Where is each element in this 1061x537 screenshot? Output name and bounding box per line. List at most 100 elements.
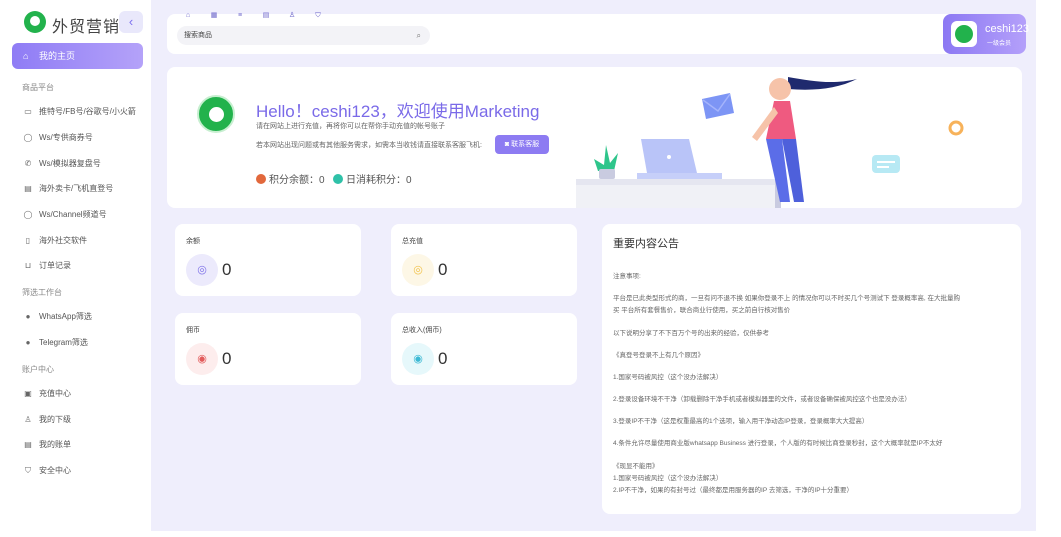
sidebar-item[interactable]: ● Telegram筛选 xyxy=(23,336,88,350)
sidebar-item[interactable]: ✆ Ws/模拟器复盘号 xyxy=(23,157,101,171)
coin-icon: ◎ xyxy=(186,254,218,286)
announcement-line: 《真登号登录不上有几个原因》 xyxy=(613,352,704,359)
card-value: 0 xyxy=(438,260,448,279)
card-label: 总收入(佣币) xyxy=(402,327,442,334)
card-value: 0 xyxy=(222,260,232,279)
telegram-icon: ● xyxy=(25,338,31,347)
home-icon: ⌂ xyxy=(23,51,29,61)
sidebar-item-home[interactable]: ⌂ 我的主页 xyxy=(12,43,143,69)
cart-icon: ⊔ xyxy=(24,261,32,270)
sidebar-item-label: 充值中心 xyxy=(39,389,71,398)
announcement-line: 以下说明分享了不下百万个号的出来的经验，仅供参考 xyxy=(613,330,769,337)
sidebar-item-label: WhatsApp筛选 xyxy=(39,312,92,321)
whatsapp-icon: ◯ xyxy=(23,133,33,142)
sidebar-item[interactable]: ⊔ 订单记录 xyxy=(23,259,71,273)
sidebar-item[interactable]: ● WhatsApp筛选 xyxy=(23,310,92,324)
stat-card-total-recharge: 总充值 ◎ 0 xyxy=(391,224,577,296)
chevron-left-icon[interactable]: ‹ xyxy=(119,11,143,33)
stat-label: 日消耗积分： xyxy=(346,175,406,186)
announcement-title: 重要内容公告 xyxy=(613,238,679,250)
scrollbar-track[interactable] xyxy=(1036,0,1061,537)
sidebar: 外贸营销 ‹ ⌂ 我的主页 商品平台 ▭ 推特号/FB号/谷歌号/小火箭 ◯ Ws/专… xyxy=(0,0,151,537)
sidebar-item[interactable]: ▭ 推特号/FB号/谷歌号/小火箭 xyxy=(23,105,136,119)
sidebar-item-label: 推特号/FB号/谷歌号/小火箭 xyxy=(39,107,136,116)
search-input[interactable]: 搜索商品 ⌕ xyxy=(177,26,430,45)
stat-value: 0 xyxy=(319,175,325,186)
sidebar-item[interactable]: ◯ Ws/Channel频道号 xyxy=(23,208,107,222)
sidebar-item-label: 我的账单 xyxy=(39,440,71,449)
app-root: 外贸营销 ‹ ⌂ 我的主页 商品平台 ▭ 推特号/FB号/谷歌号/小火箭 ◯ Ws/专… xyxy=(0,0,1061,537)
sidebar-item[interactable]: ♙ 我的下级 xyxy=(23,413,71,427)
card-label: 佣币 xyxy=(186,327,200,334)
welcome-text: 请在网站上进行充值，再将你可以在帮你手动充值的帐号账子 xyxy=(256,123,445,130)
app-icon: ▯ xyxy=(25,236,31,245)
document-icon[interactable]: ▤ xyxy=(259,10,273,22)
brand-logo-icon xyxy=(197,95,235,133)
brand-logo-icon xyxy=(24,11,46,33)
sidebar-item-label: 海外社交软件 xyxy=(39,236,87,245)
welcome-banner: Hello！ceshi123，欢迎使用Marketing 请在网站上进行充值，再… xyxy=(167,67,1022,208)
sidebar-section-title: 账户中心 xyxy=(22,365,54,374)
avatar xyxy=(951,21,977,47)
target-icon: ◉ xyxy=(402,343,434,375)
announcement-line: 买 平台所有套餐售价，联合商业行使用，买之前自行核对售价 xyxy=(613,307,791,314)
card-value: 0 xyxy=(222,349,232,368)
user-menu[interactable]: ceshi123 一级会员 xyxy=(943,14,1030,54)
coin-icon: ◎ xyxy=(402,254,434,286)
sidebar-item-label: Ws/专供商券号 xyxy=(39,133,93,142)
document-icon: ▤ xyxy=(24,184,32,193)
announcement-line: 注意事项: xyxy=(613,273,641,280)
sidebar-item[interactable]: ▣ 充值中心 xyxy=(23,387,71,401)
stat-card-commission: 佣币 ◉ 0 xyxy=(175,313,361,385)
stat-value: 0 xyxy=(406,175,412,186)
user-icon: ♙ xyxy=(24,415,32,424)
shield-icon: ⛉ xyxy=(25,466,31,475)
sidebar-item-label: 海外卖卡/飞机直登号 xyxy=(39,184,114,193)
sidebar-item[interactable]: ▤ 我的账单 xyxy=(23,438,71,452)
wallet-icon: ▣ xyxy=(24,389,32,398)
sidebar-item[interactable]: ▯ 海外社交软件 xyxy=(23,234,87,248)
home-icon[interactable]: ⌂ xyxy=(181,10,195,22)
announcement-line: 2.登录设备环境不干净（卸载删除干净手机或者模拟器里的文件，或者设备确保被风控这… xyxy=(613,396,911,403)
announcement-line: 2.IP不干净，如果的有封号过（最终都是用服务器的IP 去筛选，干净的IP十分重… xyxy=(613,487,854,494)
sidebar-item-label: 我的主页 xyxy=(39,51,76,61)
search-placeholder: 搜索商品 xyxy=(184,32,212,39)
stat-card-balance: 余额 ◎ 0 xyxy=(175,224,361,296)
sidebar-item[interactable]: ◯ Ws/专供商券号 xyxy=(23,131,93,145)
announcement-line: 1.国家号码被风控（这个没办法解决） xyxy=(613,374,723,381)
sidebar-item-label: 我的下级 xyxy=(39,415,71,424)
stat-card-total-income: 总收入(佣币) ◉ 0 xyxy=(391,313,577,385)
announcement-line: 平台是已此类型形式的商，一旦有问不退不换 如果你登录不上 的情况你可以不时买几个… xyxy=(613,295,961,302)
welcome-title: Hello！ceshi123，欢迎使用Marketing xyxy=(256,102,540,121)
welcome-illustration xyxy=(576,77,964,208)
sidebar-item-label: 安全中心 xyxy=(39,466,71,475)
daily-consumption-stat: 日消耗积分：0 xyxy=(333,171,412,186)
sidebar-item-label: Ws/Channel频道号 xyxy=(39,210,107,219)
sidebar-item-label: Ws/模拟器复盘号 xyxy=(39,159,101,168)
user-icon[interactable]: ♙ xyxy=(285,10,299,22)
list-icon[interactable]: ≡ xyxy=(233,10,247,22)
stat-label: 积分余额： xyxy=(269,175,319,186)
coins-icon xyxy=(333,174,343,184)
shield-icon[interactable]: ⛉ xyxy=(311,10,325,22)
grid-icon[interactable]: ▦ xyxy=(207,10,221,22)
sidebar-item[interactable]: ▤ 海外卖卡/飞机直登号 xyxy=(23,182,113,196)
card-label: 余额 xyxy=(186,238,200,245)
contact-support-button[interactable]: ◙ 联系客服 xyxy=(495,135,549,154)
announcement-line: 4.条件允许尽量使用商业版whatsapp Business 进行登录，个人版的… xyxy=(613,440,943,447)
announcement-line: 3.登录IP不干净（这是权重最高的1个选项，输入用干净动态IP登录，登录概率大大… xyxy=(613,418,869,425)
button-label: 联系客服 xyxy=(511,141,540,148)
phone-icon: ✆ xyxy=(24,159,32,168)
card-value: 0 xyxy=(438,349,448,368)
whatsapp-icon: ◯ xyxy=(23,210,33,219)
top-bar: ⌂ ▦ ≡ ▤ ♙ ⛉ 搜索商品 ⌕ ceshi123 一级会员 xyxy=(167,12,1029,54)
sidebar-item[interactable]: ⛉ 安全中心 xyxy=(23,464,71,478)
search-icon[interactable]: ⌕ xyxy=(417,26,421,45)
chat-icon: ▭ xyxy=(24,107,32,116)
brand-name: 外贸营销 xyxy=(52,19,121,36)
whatsapp-icon: ● xyxy=(25,312,31,321)
main-content: ⌂ ▦ ≡ ▤ ♙ ⛉ 搜索商品 ⌕ ceshi123 一级会员 Hello！c… xyxy=(151,0,1036,531)
announcement-panel: 重要内容公告 注意事项: 平台是已此类型形式的商，一旦有问不退不换 如果你登录不… xyxy=(602,224,1021,514)
balance-stat: 积分余额：0 xyxy=(256,171,325,186)
user-name: ceshi123 xyxy=(985,23,1030,35)
